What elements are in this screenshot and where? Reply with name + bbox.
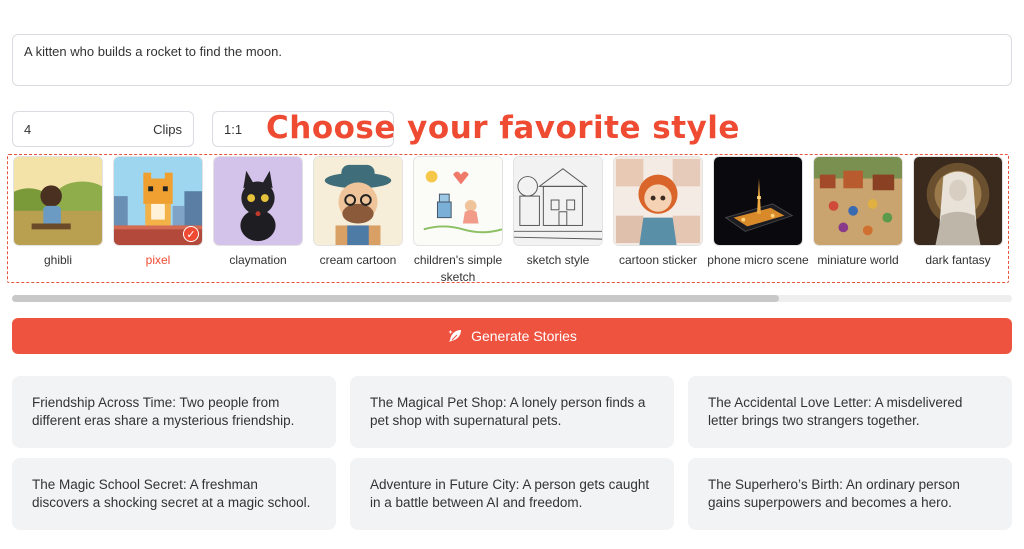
style-option-ghibli[interactable]: ghibli [13, 156, 103, 269]
clips-unit-label: Clips [153, 121, 182, 137]
style-strip-scrollbar[interactable] [12, 295, 1012, 302]
style-option-cartoon-sticker[interactable]: cartoon sticker [613, 156, 703, 269]
clips-count-input[interactable]: 4 Clips [12, 111, 194, 147]
style-picker-headline: Choose your favorite style [266, 110, 740, 146]
story-idea-card[interactable]: Adventure in Future City: A person gets … [350, 458, 674, 530]
generate-stories-label: Generate Stories [471, 328, 577, 344]
story-idea-text: The Magic School Secret: A freshman disc… [32, 477, 311, 510]
story-idea-card[interactable]: The Superhero’s Birth: An ordinary perso… [688, 458, 1012, 530]
phone-micro-scene-thumbnail [713, 156, 803, 246]
story-idea-text: The Superhero’s Birth: An ordinary perso… [708, 477, 960, 510]
style-option-phone-micro-scene[interactable]: phone micro scene [707, 156, 809, 269]
cartoon-sticker-thumbnail [613, 156, 703, 246]
story-prompt-input[interactable]: A kitten who builds a rocket to find the… [12, 34, 1012, 86]
story-idea-card[interactable]: The Accidental Love Letter: A misdeliver… [688, 376, 1012, 448]
clips-count-value: 4 [24, 121, 32, 137]
story-idea-text: The Magical Pet Shop: A lonely person fi… [370, 395, 646, 428]
style-option-cream-cartoon[interactable]: cream cartoon [313, 156, 403, 269]
story-idea-card[interactable]: The Magic School Secret: A freshman disc… [12, 458, 336, 530]
pixel-thumbnail: ✓ [113, 156, 203, 246]
style-option-dark-fantasy[interactable]: dark fantasy [913, 156, 1003, 269]
sketch-style-thumbnail [513, 156, 603, 246]
style-option-pixel[interactable]: ✓ pixel [113, 156, 203, 269]
story-prompt-text: A kitten who builds a rocket to find the… [24, 44, 282, 59]
generate-stories-button[interactable]: Generate Stories [12, 318, 1012, 354]
story-idea-text: The Accidental Love Letter: A misdeliver… [708, 395, 963, 428]
style-option-claymation[interactable]: claymation [213, 156, 303, 269]
style-option-sketch-style[interactable]: sketch style [513, 156, 603, 269]
feather-sparkle-icon [448, 330, 462, 342]
dark-fantasy-thumbnail [913, 156, 1003, 246]
story-idea-card[interactable]: The Magical Pet Shop: A lonely person fi… [350, 376, 674, 448]
aspect-ratio-value: 1:1 [224, 121, 243, 137]
ghibli-thumbnail [13, 156, 103, 246]
style-option-miniature-world[interactable]: miniature world [813, 156, 903, 269]
miniature-world-thumbnail [813, 156, 903, 246]
story-idea-text: Adventure in Future City: A person gets … [370, 477, 650, 510]
scrollbar-thumb[interactable] [12, 295, 779, 302]
selected-check-icon: ✓ [183, 226, 199, 242]
style-option-childrens-simple-sketch[interactable]: children's simple sketch [413, 156, 503, 286]
story-idea-card[interactable]: Friendship Across Time: Two people from … [12, 376, 336, 448]
cream-cartoon-thumbnail [313, 156, 403, 246]
claymation-thumbnail [213, 156, 303, 246]
story-idea-text: Friendship Across Time: Two people from … [32, 395, 295, 428]
style-label: dark fantasy [925, 253, 991, 267]
childrens-sketch-thumbnail [413, 156, 503, 246]
